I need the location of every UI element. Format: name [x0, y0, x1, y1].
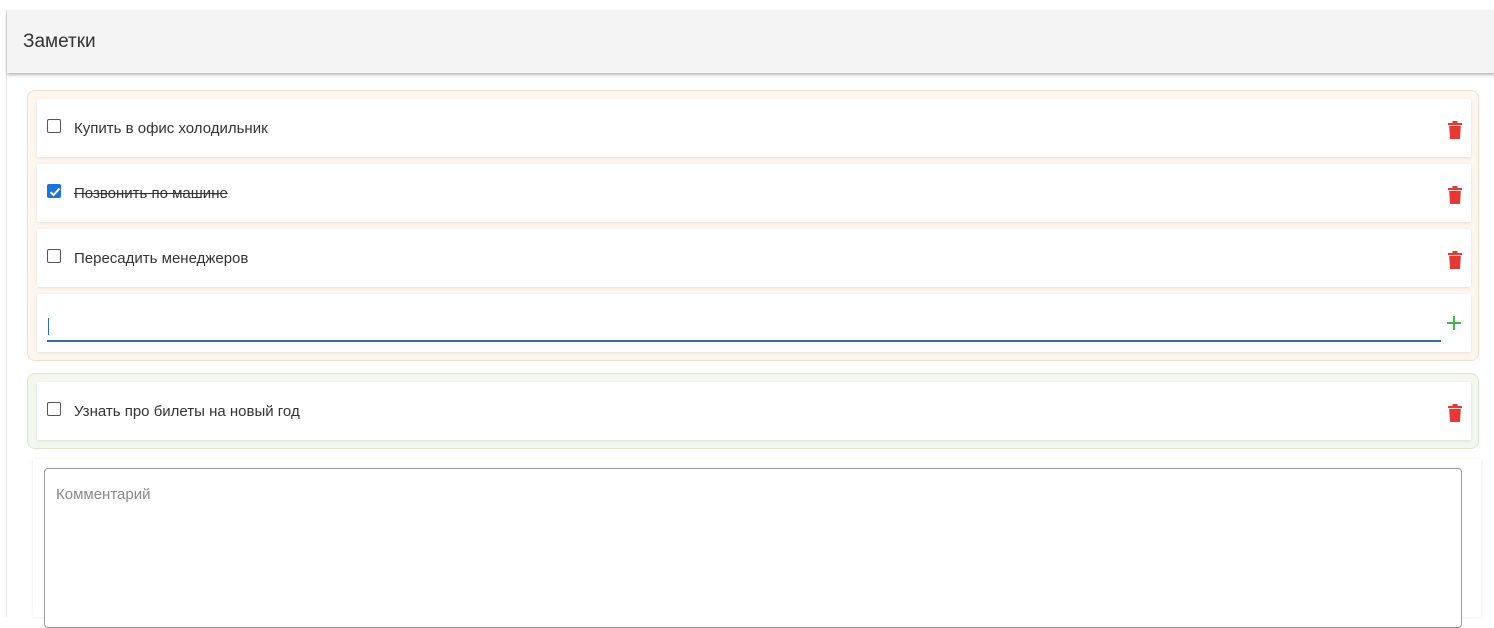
text-caret	[48, 318, 49, 335]
comment-card	[33, 459, 1481, 628]
checkmark-icon	[49, 187, 61, 197]
notes-panel: Заметки Купить в офис холодильник Позвон…	[6, 10, 1494, 628]
task-checkbox[interactable]	[47, 184, 61, 198]
task-label: Узнать про билеты на новый год	[74, 403, 300, 420]
task-item: Пересадить менеджеров	[37, 229, 1471, 287]
task-label: Пересадить менеджеров	[74, 250, 249, 267]
task-checkbox[interactable]	[47, 119, 61, 133]
plus-icon[interactable]	[1447, 316, 1461, 330]
task-item: Купить в офис холодильник	[37, 99, 1471, 157]
trash-icon[interactable]	[1448, 251, 1462, 269]
task-label: Купить в офис холодильник	[74, 120, 268, 137]
task-item: Узнать про билеты на новый год	[37, 382, 1471, 440]
task-group-green: Узнать про билеты на новый год	[27, 373, 1479, 449]
panel-header: Заметки	[7, 10, 1494, 73]
task-group-orange: Купить в офис холодильник Позвонить по м…	[27, 90, 1479, 361]
task-checkbox[interactable]	[47, 249, 61, 263]
task-label: Позвонить по машине	[74, 185, 228, 202]
task-checkbox[interactable]	[47, 402, 61, 416]
trash-icon[interactable]	[1448, 186, 1462, 204]
trash-icon[interactable]	[1448, 404, 1462, 422]
trash-icon[interactable]	[1448, 121, 1462, 139]
task-item: Позвонить по машине	[37, 164, 1471, 222]
new-task-row	[37, 294, 1471, 352]
comment-textarea[interactable]	[44, 468, 1462, 628]
new-task-input[interactable]	[47, 314, 1441, 342]
panel-title: Заметки	[23, 31, 96, 52]
